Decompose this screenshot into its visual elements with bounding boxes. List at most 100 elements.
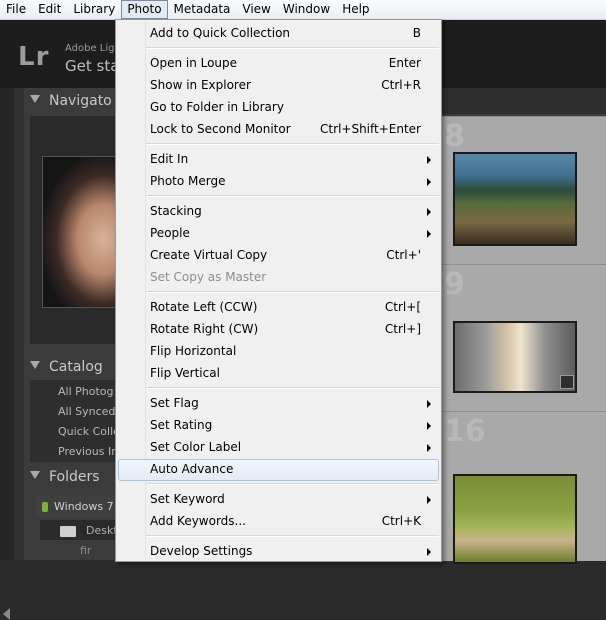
collapse-left-arrow-icon[interactable] [3, 608, 10, 620]
menu-item-shortcut: Ctrl+Shift+Enter [320, 122, 421, 136]
menu-item-label: Flip Vertical [150, 366, 220, 380]
navigator-label: Navigato [49, 93, 112, 109]
menu-item-label: Lock to Second Monitor [150, 122, 291, 136]
menu-item-set-rating[interactable]: Set Rating [116, 415, 441, 437]
folder-label[interactable]: Deskt [86, 524, 118, 537]
submenu-arrow-icon [427, 444, 431, 452]
submenu-arrow-icon [427, 156, 431, 164]
menu-item-shortcut: B [412, 26, 421, 40]
menu-item-label: People [150, 226, 190, 240]
submenu-arrow-icon [427, 422, 431, 430]
navigator-photo[interactable] [42, 156, 119, 308]
menu-item-shortcut: Ctrl+R [381, 78, 421, 92]
photo-thumbnail[interactable] [453, 152, 577, 246]
expand-triangle-icon [30, 361, 40, 369]
menu-item-add-keywords[interactable]: Add Keywords... Ctrl+K [116, 511, 441, 533]
get-started-text[interactable]: Get sta [65, 57, 119, 75]
menu-view[interactable]: View [236, 0, 276, 19]
menu-item-label: Show in Explorer [150, 78, 251, 92]
menu-item-show-in-explorer[interactable]: Show in Explorer Ctrl+R [116, 75, 441, 97]
menu-item-add-to-quick-collection[interactable]: Add to Quick Collection B [116, 23, 441, 45]
menu-item-shortcut: Ctrl+[ [384, 300, 421, 314]
menu-window[interactable]: Window [277, 0, 336, 19]
submenu-arrow-icon [427, 230, 431, 238]
menu-bar: File Edit Library Photo Metadata View Wi… [0, 0, 606, 20]
catalog-header[interactable]: Catalog [30, 359, 103, 375]
photo-menu-dropdown: Add to Quick Collection B Open in Loupe … [115, 19, 442, 562]
menu-file[interactable]: File [0, 0, 32, 19]
photo-thumbnail[interactable] [453, 321, 577, 393]
cell-index: 8 [444, 119, 465, 154]
catalog-item-quick-collection[interactable]: Quick Colle [58, 425, 120, 438]
submenu-arrow-icon [427, 400, 431, 408]
menu-metadata[interactable]: Metadata [168, 0, 237, 19]
folder-volume-row[interactable]: Windows 7 [36, 496, 117, 518]
catalog-item-previous-import[interactable]: Previous In [58, 445, 118, 458]
menu-item-go-to-folder[interactable]: Go to Folder in Library [116, 97, 441, 119]
menu-item-set-keyword[interactable]: Set Keyword [116, 489, 441, 511]
catalog-label: Catalog [49, 359, 103, 375]
menu-item-flip-horizontal[interactable]: Flip Horizontal [116, 341, 441, 363]
menu-item-shortcut: Ctrl+' [386, 248, 421, 262]
menu-separator [146, 535, 439, 537]
menu-item-open-in-loupe[interactable]: Open in Loupe Enter [116, 53, 441, 75]
cell-index: 16 [444, 414, 486, 449]
menu-photo[interactable]: Photo [121, 0, 168, 19]
menu-item-rotate-left[interactable]: Rotate Left (CCW) Ctrl+[ [116, 297, 441, 319]
menu-item-label: Open in Loupe [150, 56, 238, 70]
menu-separator [146, 387, 439, 389]
menu-library[interactable]: Library [67, 0, 121, 19]
folders-header[interactable]: Folders [30, 469, 100, 485]
left-panel-toggle-strip[interactable] [0, 88, 14, 620]
submenu-arrow-icon [427, 208, 431, 216]
menu-item-label: Auto Advance [150, 462, 234, 476]
submenu-arrow-icon [427, 496, 431, 504]
navigator-header[interactable]: Navigato [30, 93, 112, 109]
menu-item-label: Add to Quick Collection [150, 26, 291, 40]
expand-triangle-icon [30, 471, 40, 479]
menu-item-label: Add Keywords... [150, 514, 246, 528]
subfolder-label[interactable]: fir [80, 544, 91, 557]
menu-item-label: Create Virtual Copy [150, 248, 268, 262]
menu-item-lock-to-second-monitor[interactable]: Lock to Second Monitor Ctrl+Shift+Enter [116, 119, 441, 141]
cell-index: 9 [444, 267, 465, 302]
volume-label: Windows 7 [54, 500, 114, 513]
menu-separator [146, 47, 439, 49]
volume-status-icon [42, 502, 48, 512]
menu-item-shortcut: Ctrl+K [381, 514, 421, 528]
menu-item-photo-merge[interactable]: Photo Merge [116, 171, 441, 193]
menu-item-label: Set Color Label [150, 440, 242, 454]
menu-item-label: Photo Merge [150, 174, 226, 188]
menu-item-shortcut: Ctrl+] [384, 322, 421, 336]
menu-separator [146, 483, 439, 485]
menu-item-label: Develop Settings [150, 544, 253, 558]
menu-item-rotate-right[interactable]: Rotate Right (CW) Ctrl+] [116, 319, 441, 341]
menu-item-shortcut: Enter [388, 56, 421, 70]
menu-item-set-color-label[interactable]: Set Color Label [116, 437, 441, 459]
folder-icon [60, 526, 76, 537]
menu-item-create-virtual-copy[interactable]: Create Virtual Copy Ctrl+' [116, 245, 441, 267]
edited-badge-icon [560, 375, 574, 389]
catalog-item-all-synced[interactable]: All Synced [58, 405, 115, 418]
menu-item-auto-advance[interactable]: Auto Advance [116, 459, 441, 481]
expand-triangle-icon [30, 95, 40, 103]
menu-item-flip-vertical[interactable]: Flip Vertical [116, 363, 441, 385]
menu-help[interactable]: Help [336, 0, 375, 19]
catalog-item-all-photographs[interactable]: All Photog [58, 385, 114, 398]
grid-toolbar [440, 88, 606, 114]
menu-item-label: Set Keyword [150, 492, 225, 506]
menu-item-label: Edit In [150, 152, 189, 166]
menu-item-edit-in[interactable]: Edit In [116, 149, 441, 171]
menu-item-people[interactable]: People [116, 223, 441, 245]
left-panel-scrollbar[interactable] [14, 88, 24, 560]
menu-item-label: Set Rating [150, 418, 213, 432]
menu-item-label: Rotate Left (CCW) [150, 300, 258, 314]
menu-item-set-flag[interactable]: Set Flag [116, 393, 441, 415]
menu-item-label: Stacking [150, 204, 202, 218]
submenu-arrow-icon [427, 178, 431, 186]
menu-edit[interactable]: Edit [32, 0, 67, 19]
menu-item-stacking[interactable]: Stacking [116, 201, 441, 223]
menu-item-set-copy-as-master: Set Copy as Master [116, 267, 441, 289]
photo-thumbnail[interactable] [453, 474, 577, 564]
menu-separator [146, 291, 439, 293]
